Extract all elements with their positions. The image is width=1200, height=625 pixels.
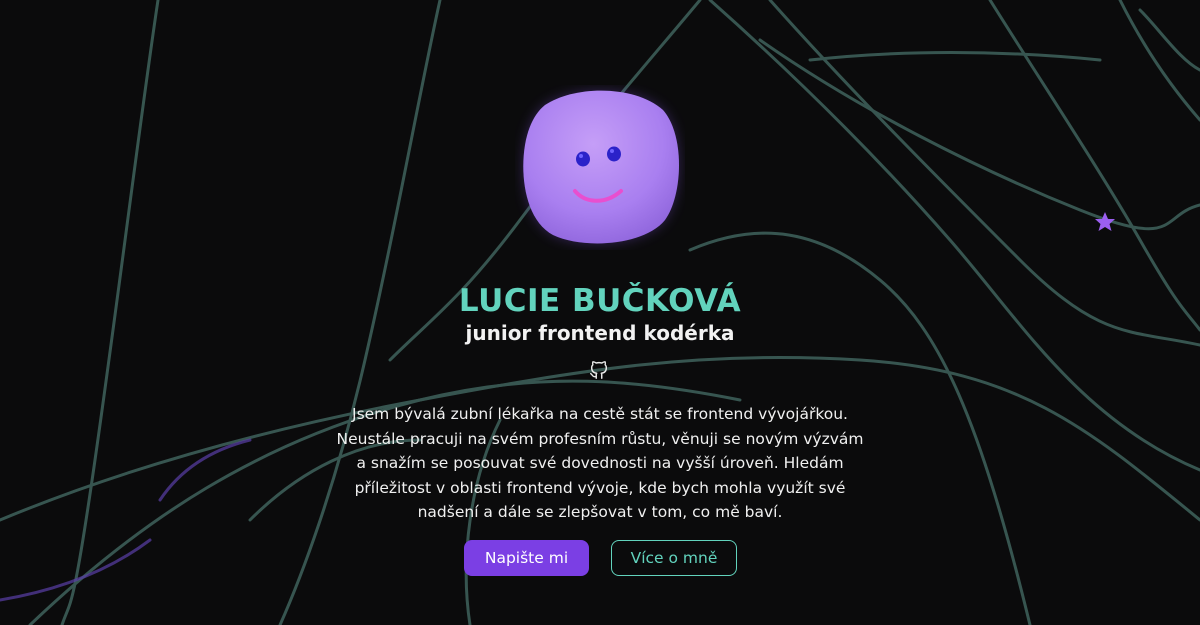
profile-bio: Jsem bývalá zubní lékařka na cestě stát …: [320, 402, 880, 525]
github-icon[interactable]: [588, 359, 610, 381]
bio-line: nadšení a dále se zlepšovat v tom, co mě…: [417, 503, 783, 521]
hero-section: LUCIE BUČKOVÁ junior frontend kodérka Js…: [0, 0, 1200, 625]
bio-line: Jsem bývalá zubní lékařka na cestě stát …: [352, 405, 848, 423]
contact-button[interactable]: Napište mi: [464, 540, 589, 576]
profile-name: LUCIE BUČKOVÁ: [458, 283, 742, 319]
bio-line: Neustále pracuji na svém profesním růstu…: [336, 429, 864, 448]
avatar-eye-right: [607, 146, 621, 162]
avatar-eye-left: [576, 151, 590, 167]
smiley-blob-avatar: [523, 90, 679, 244]
bio-line: příležitost v oblasti frontend vývoje, k…: [354, 478, 846, 497]
bio-line: a snažím se posouvat své dovednosti na v…: [356, 454, 844, 472]
profile-role: junior frontend kodérka: [465, 321, 735, 345]
about-button[interactable]: Více o mně: [611, 540, 737, 576]
